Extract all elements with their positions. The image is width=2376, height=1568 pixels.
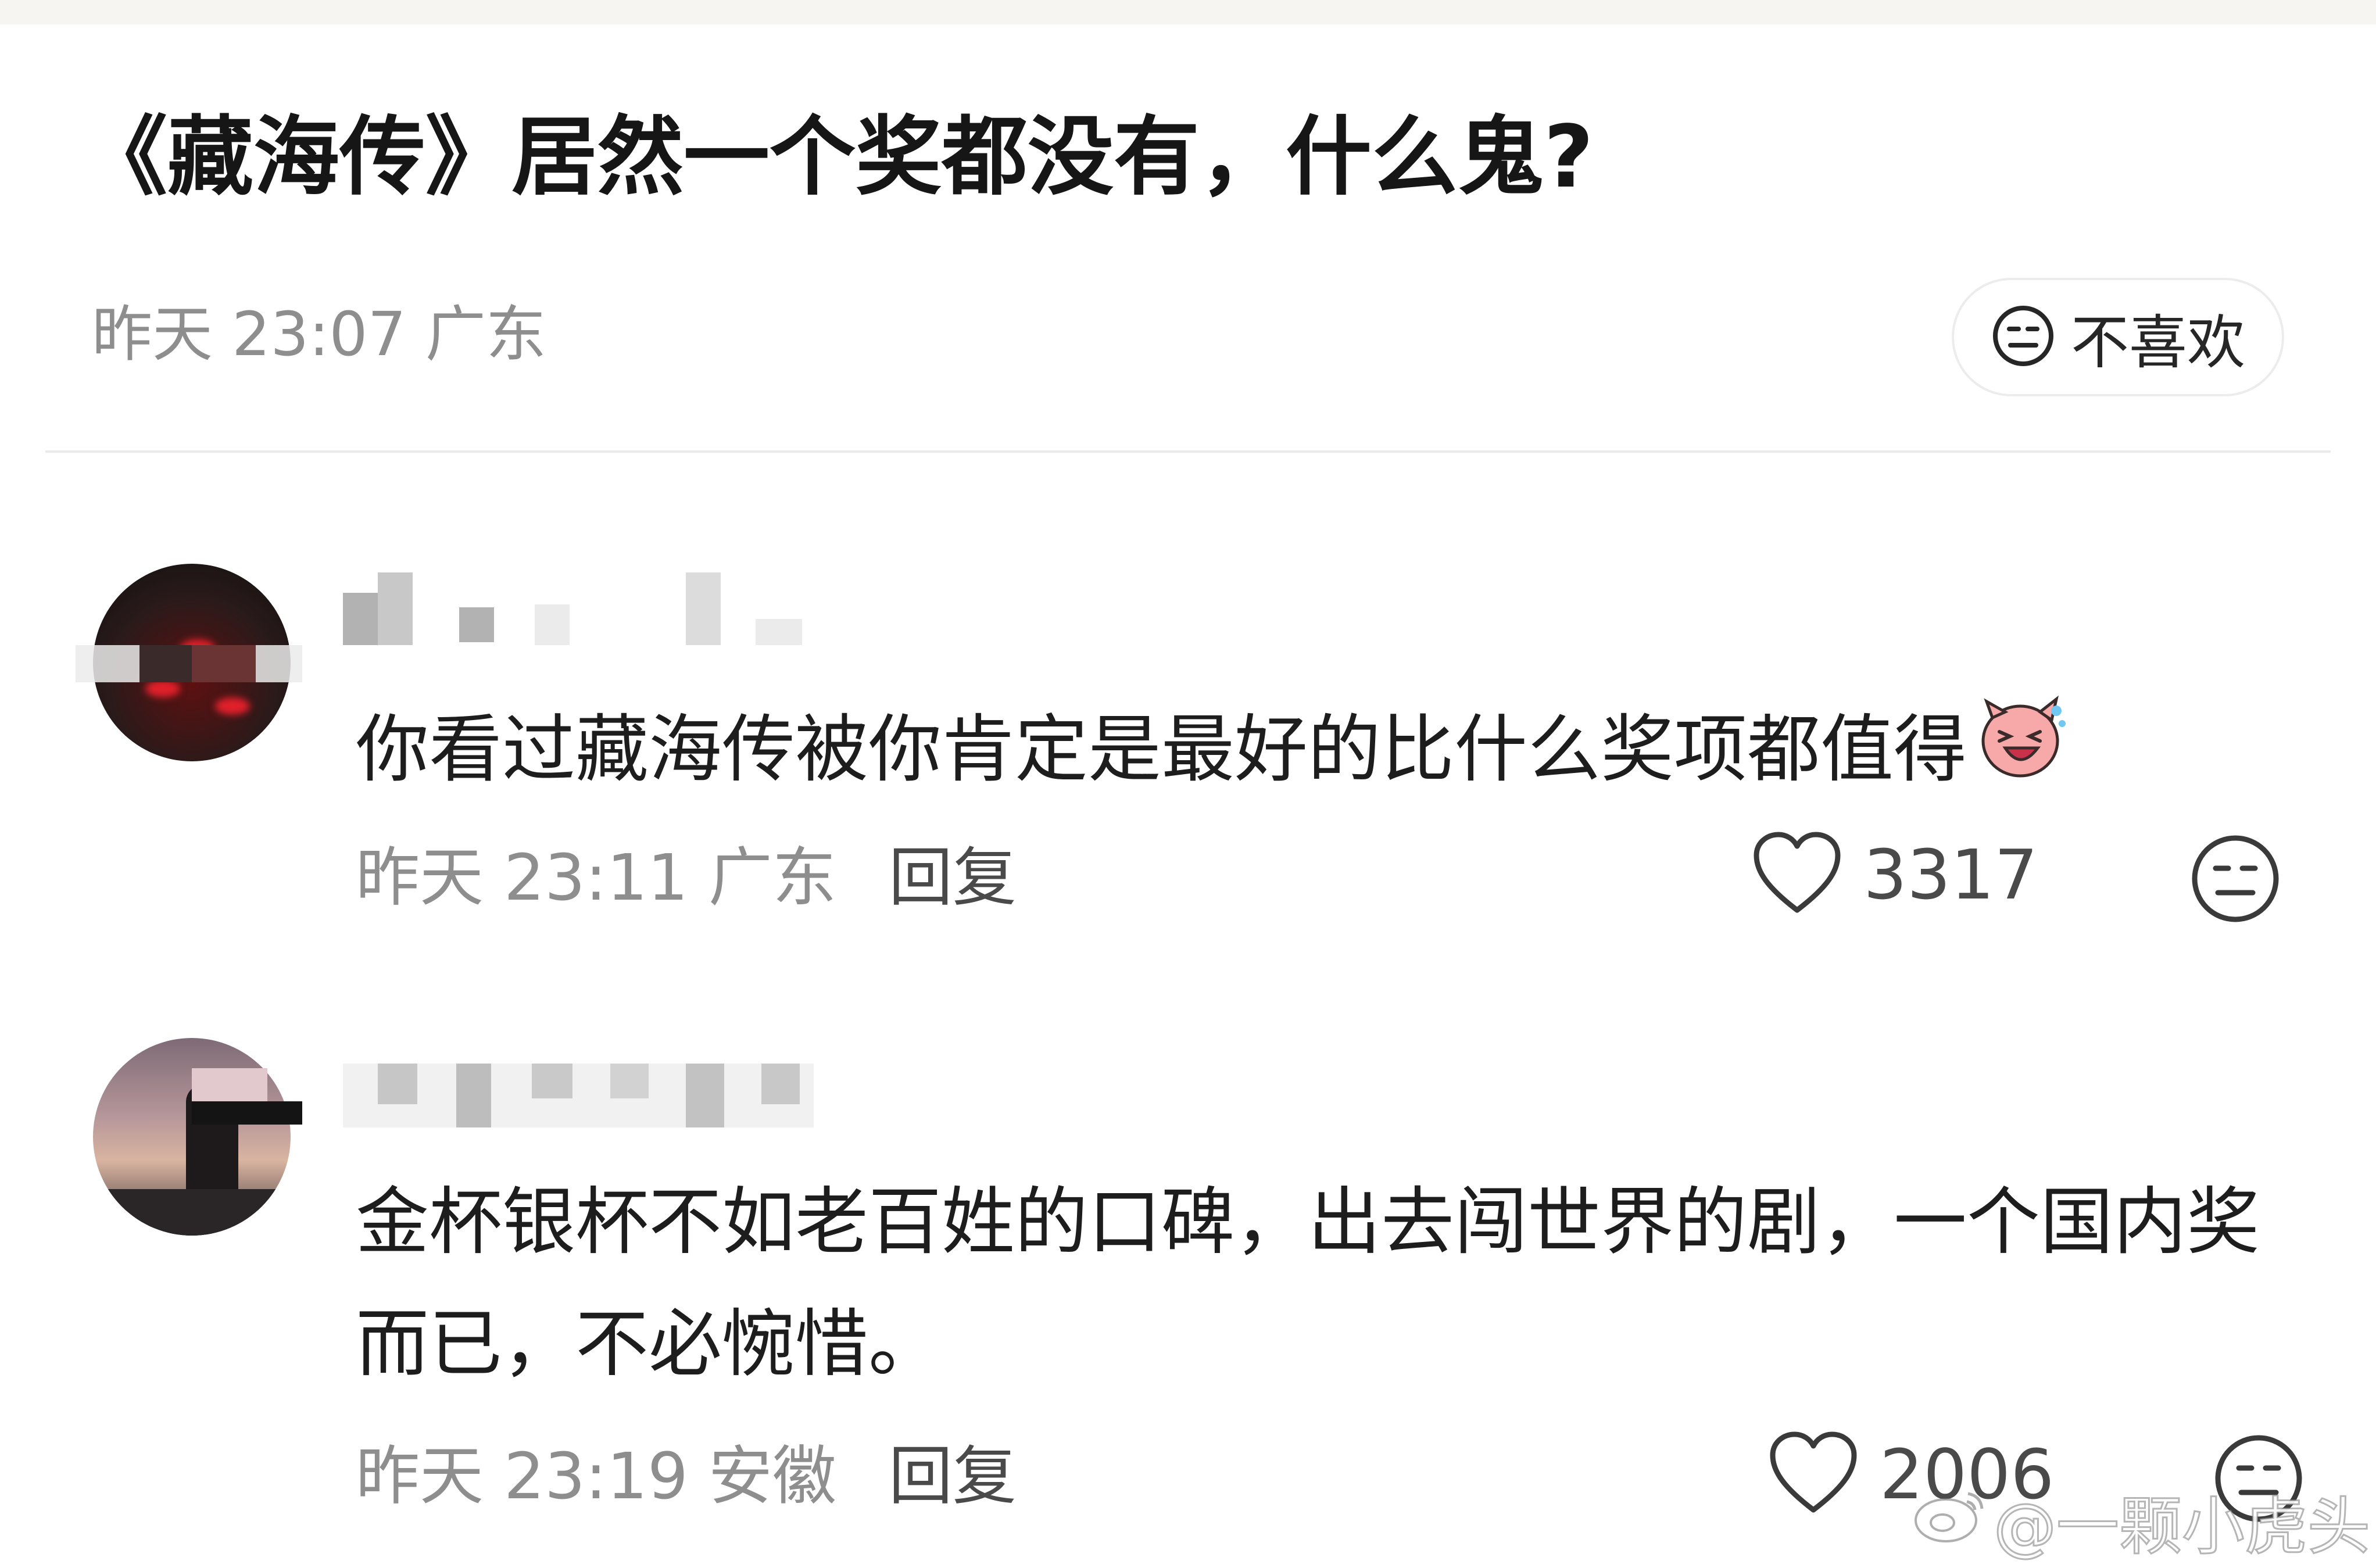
divider	[45, 450, 2331, 453]
laughing-pig-emoji-icon	[1975, 690, 2068, 819]
watermark-text: @一颗小虎头	[1992, 1490, 2371, 1565]
post-detail-page: 《藏海传》居然一个奖都没有，什么鬼? 昨天 23:07 广东 不喜欢 你看过藏海…	[0, 0, 2376, 1568]
comment-body: 你看过藏海传被你肯定是最好的比什么奖项都值得	[356, 707, 1967, 792]
like-count: 3317	[1863, 835, 2038, 915]
neutral-face-icon	[1991, 303, 2056, 371]
avatar[interactable]	[93, 1038, 291, 1236]
mosaic-overlay	[139, 645, 192, 682]
comment-time-location: 昨天 23:11 广东	[356, 840, 836, 915]
mosaic-overlay	[192, 645, 256, 682]
comment-dislike-button[interactable]	[2189, 832, 2282, 928]
weibo-icon	[1912, 1482, 1988, 1561]
reply-button[interactable]: 回复	[889, 840, 1017, 915]
watermark: @一颗小虎头	[1912, 1476, 2371, 1567]
comment-meta: 昨天 23:11 广东 回复	[356, 834, 1017, 921]
heart-outline-icon	[1751, 830, 1844, 919]
neutral-face-icon	[2189, 835, 2282, 928]
mosaic-overlay	[192, 1068, 267, 1101]
like-button[interactable]: 3317	[1751, 830, 2038, 919]
mosaic-overlay	[192, 1101, 302, 1125]
dislike-label: 不喜欢	[2071, 308, 2245, 377]
top-strip	[0, 0, 2376, 24]
comment-text: 金杯银杯不如老百姓的口碑，出去闯世界的剧，一个国内奖而已，不必惋惜。	[356, 1179, 2260, 1387]
post-title: 《藏海传》居然一个奖都没有，什么鬼?	[81, 107, 1594, 207]
comment-time-location: 昨天 23:19 安徽	[356, 1439, 836, 1513]
dislike-button[interactable]: 不喜欢	[1952, 278, 2284, 396]
heart-outline-icon	[1767, 1430, 1860, 1519]
reply-button[interactable]: 回复	[889, 1439, 1017, 1513]
comment-text: 你看过藏海传被你肯定是最好的比什么奖项都值得	[356, 689, 2320, 819]
post-meta: 昨天 23:07 广东	[92, 299, 546, 370]
comment-meta: 昨天 23:19 安徽 回复	[356, 1433, 1017, 1520]
